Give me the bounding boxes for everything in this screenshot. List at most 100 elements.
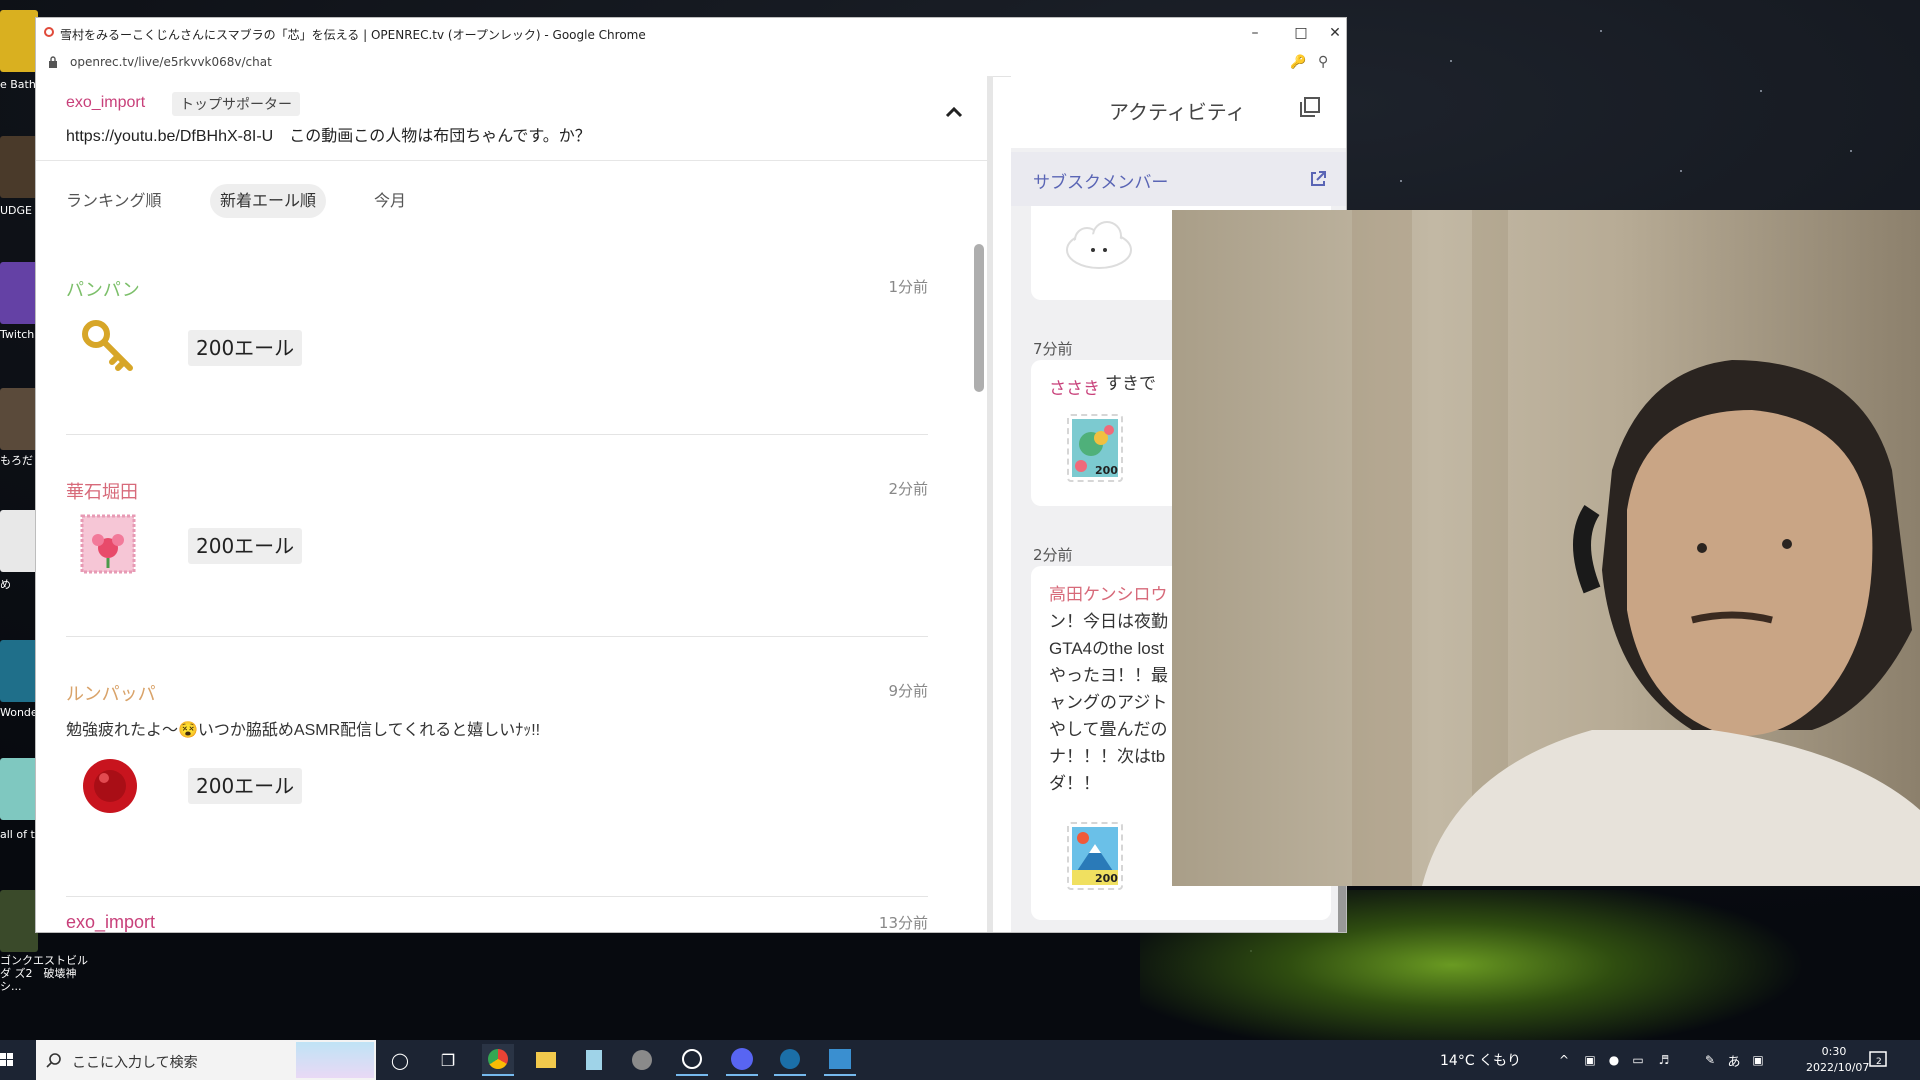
desktop-icons: e Bath 源泉 UDGE E の遺言 Twitch もろだ め Wonde … (0, 0, 88, 1040)
activity-message-line: ン！今日は夜勤 (1049, 612, 1168, 631)
yell-username[interactable]: 華石堀田 (66, 478, 138, 504)
yell-panel: exo_import トップサポーター https://youtu.be/DfB… (36, 76, 993, 932)
browser-window: 雪村をみるーこくじんさんにスマブラの「芯」を伝える | OPENREC.tv (… (36, 18, 1346, 932)
close-button[interactable]: ✕ (1324, 18, 1346, 48)
tab-newest[interactable]: 新着エール順 (210, 184, 327, 218)
parrot-stamp-icon: 200 (1067, 414, 1123, 482)
subscribe-members-bar[interactable]: サブスクメンバー (1011, 152, 1346, 206)
yell-time: 13分前 (878, 914, 928, 932)
mount-fuji-stamp-icon: 200 (1067, 822, 1123, 890)
yell-item: 華石堀田 2分前 200エール (66, 478, 928, 638)
external-link-icon[interactable] (1309, 170, 1327, 188)
pinned-message: exo_import トップサポーター https://youtu.be/DfB… (36, 76, 993, 161)
key-icon[interactable]: 🔑 (1290, 55, 1306, 70)
yell-username[interactable]: exo_import (66, 912, 155, 932)
flower-stamp-icon (80, 514, 136, 574)
yell-username[interactable]: パンパン (66, 276, 140, 302)
popout-window-icon[interactable] (1299, 96, 1321, 118)
discord-icon[interactable] (726, 1044, 758, 1076)
url-text[interactable]: openrec.tv/live/e5rkvvk068v/chat (70, 55, 272, 69)
activity-time: 2分前 (1033, 546, 1073, 564)
cortana-icon[interactable]: ◯ (384, 1044, 416, 1076)
activity-message-line: やったヨ！！最 (1049, 666, 1168, 685)
webcam-person-image (1172, 210, 1920, 886)
search-icon (46, 1053, 61, 1068)
pinned-username[interactable]: exo_import (66, 94, 145, 112)
golden-key-icon (82, 320, 133, 371)
desktop-icon-label: ゴンクエストビルダ ズ2 破壊神シ... (0, 954, 88, 993)
activity-header: アクティビティ (1011, 76, 1346, 148)
yell-amount: 200エール (188, 330, 303, 366)
webcam-overlay (1172, 210, 1920, 886)
top-supporter-badge: トップサポーター (172, 92, 300, 116)
activity-time: 7分前 (1033, 340, 1073, 358)
file-explorer-icon[interactable] (530, 1044, 562, 1076)
chrome-icon[interactable] (482, 1044, 514, 1076)
steam-icon[interactable] (774, 1044, 806, 1076)
yell-amount: 200エール (188, 528, 303, 564)
activity-message-line: やして畳んだの (1049, 720, 1168, 739)
windows-start-icon[interactable] (0, 1040, 40, 1080)
desktop-app-icon[interactable] (0, 388, 38, 450)
obs-icon[interactable] (676, 1044, 708, 1076)
divider (66, 434, 928, 435)
notification-icon[interactable]: 2 (1868, 1050, 1888, 1070)
svg-text:200: 200 (1095, 872, 1118, 885)
activity-title: アクティビティ (1109, 100, 1246, 124)
search-placeholder: ここに入力して検索 (72, 1055, 198, 1071)
activity-message-line: ャングのアジト (1049, 693, 1168, 712)
yell-message: 勉強疲れたよ〜😵いつか脇舐めASMR配信してくれると嬉しいﾅｯ!! (66, 722, 541, 739)
desktop-app-icon[interactable] (0, 890, 38, 952)
desktop-file-icon[interactable] (0, 510, 38, 572)
lock-icon (49, 56, 57, 68)
window-title: 雪村をみるーこくじんさんにスマブラの「芯」を伝える | OPENREC.tv (… (60, 28, 646, 42)
chevron-up-icon[interactable] (942, 100, 966, 124)
activity-username[interactable]: ささき (1049, 374, 1100, 399)
tab-this-month[interactable]: 今月 (364, 184, 416, 218)
scrollbar-thumb[interactable] (974, 244, 984, 392)
tray-app-icon[interactable]: ▣ (1742, 1044, 1774, 1076)
activity-message: ン！今日は夜勤 GTA4のthe lost やったヨ！！最 ャングのアジト やし… (1049, 608, 1168, 797)
cloud-stamp-icon (1066, 221, 1132, 269)
activity-message-line: ダ！！ (1049, 774, 1100, 793)
weather-widget[interactable]: 14°C くもり (1440, 1050, 1521, 1070)
taskbar-search[interactable]: ここに入力して検索 (36, 1040, 376, 1080)
divider (66, 896, 928, 897)
red-seal-icon (83, 759, 137, 813)
divider (66, 636, 928, 637)
address-bar[interactable]: openrec.tv/live/e5rkvvk068v/chat 🔑 ⚲ (36, 48, 1346, 77)
yell-username[interactable]: ルンパッパ (66, 680, 156, 706)
clock-time: 0:30 (1821, 1045, 1847, 1058)
desktop-app-icon[interactable] (0, 758, 38, 820)
notification-count: 2 (1876, 1057, 1882, 1067)
activity-message: すきで (1105, 374, 1156, 393)
yell-time: 2分前 (888, 480, 928, 498)
app-icon[interactable] (626, 1044, 658, 1076)
minimize-button[interactable]: – (1232, 18, 1278, 48)
zoom-icon[interactable]: ⚲ (1318, 54, 1328, 70)
activity-message-line: ナ！！！次はtb (1049, 747, 1166, 766)
yell-item: exo_import 13分前 (66, 912, 928, 932)
yell-time: 9分前 (888, 682, 928, 700)
desktop-app-icon[interactable] (0, 640, 38, 702)
search-highlight-image (296, 1042, 374, 1078)
app-icon[interactable] (578, 1044, 610, 1076)
yell-amount: 200エール (188, 768, 303, 804)
subscribe-members-label[interactable]: サブスクメンバー (1033, 168, 1168, 193)
desktop-app-icon[interactable] (0, 10, 38, 72)
volume-icon[interactable]: ♬ (1648, 1044, 1680, 1076)
svg-text:200: 200 (1095, 464, 1118, 477)
chevron-right-icon[interactable] (990, 502, 993, 524)
activity-username[interactable]: 高田ケンシロウ (1049, 580, 1168, 605)
tab-ranking[interactable]: ランキング順 (56, 184, 172, 218)
openrec-favicon-icon (44, 27, 54, 37)
task-view-icon[interactable]: ❐ (432, 1044, 464, 1076)
clock-date: 2022/10/07 (1806, 1061, 1870, 1074)
maximize-button[interactable]: □ (1278, 18, 1324, 48)
pinned-message-text: https://youtu.be/DfBHhX-8I-U この動画この人物は布団… (66, 128, 591, 145)
desktop-app-icon[interactable] (0, 136, 38, 198)
twitch-icon[interactable] (0, 262, 38, 324)
clock[interactable]: 0:30 2022/10/07 (1806, 1044, 1870, 1076)
title-bar: 雪村をみるーこくじんさんにスマブラの「芯」を伝える | OPENREC.tv (… (36, 18, 1346, 49)
photos-icon[interactable] (824, 1044, 856, 1076)
